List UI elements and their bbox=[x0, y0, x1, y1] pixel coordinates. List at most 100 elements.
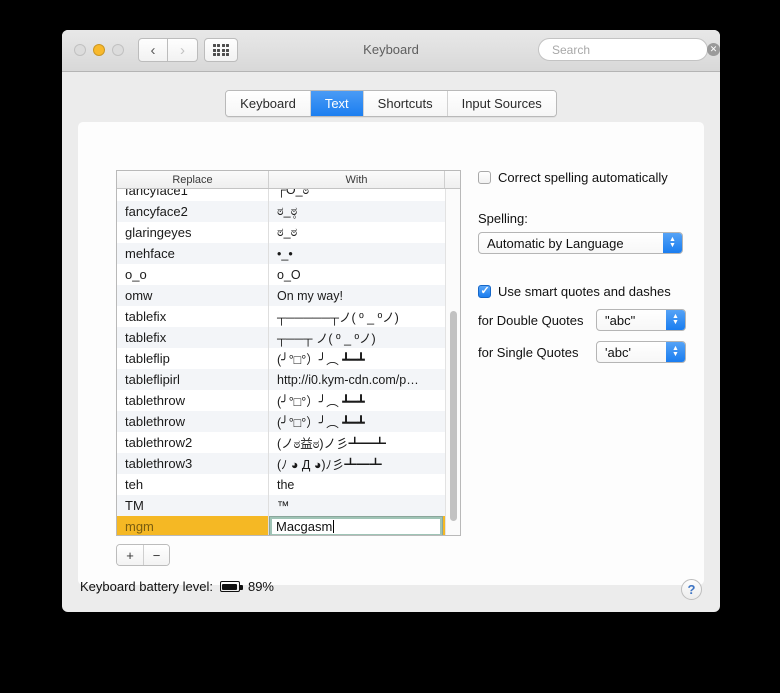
cell-with: o_O bbox=[277, 267, 301, 282]
table-row[interactable]: omw On my way! bbox=[117, 285, 460, 306]
table-row[interactable]: fancyface2 ಠ_ಠ̥ bbox=[117, 201, 460, 222]
cell-replace: omw bbox=[117, 285, 269, 306]
correct-spelling-row[interactable]: Correct spelling automatically bbox=[478, 170, 688, 185]
smart-quotes-label: Use smart quotes and dashes bbox=[498, 284, 671, 299]
single-quotes-row: for Single Quotes 'abc' ▲ ▼ bbox=[478, 341, 688, 363]
keyboard-preferences-window: ‹ › Keyboard ✕ KeyboardTextShortcutsInpu… bbox=[62, 30, 720, 612]
double-quotes-value: "abc" bbox=[605, 312, 636, 328]
battery-status: Keyboard battery level: 89% bbox=[80, 579, 274, 594]
battery-label: Keyboard battery level: bbox=[80, 579, 213, 594]
substitution-edit-input[interactable]: Macgasm bbox=[269, 516, 443, 535]
table-row[interactable]: tablefix ┬─────┬ノ( º _ ºノ) bbox=[117, 306, 460, 327]
text-cursor bbox=[333, 520, 335, 533]
cell-replace: o_o bbox=[117, 264, 269, 285]
smart-quotes-row[interactable]: Use smart quotes and dashes bbox=[478, 284, 688, 299]
battery-percent: 89% bbox=[247, 579, 274, 594]
cell-with: ™ bbox=[277, 498, 290, 513]
text-preferences-panel: Replace With fancyface1 ┌O_ಠ fancyface2 ಠ_ಠ… bbox=[78, 122, 704, 585]
smart-quotes-checkbox[interactable] bbox=[478, 284, 491, 298]
correct-spelling-label: Correct spelling automatically bbox=[498, 170, 668, 185]
double-quotes-popup[interactable]: "abc" ▲ ▼ bbox=[596, 309, 686, 331]
double-quotes-row: for Double Quotes "abc" ▲ ▼ bbox=[478, 309, 688, 331]
clear-search-icon[interactable]: ✕ bbox=[707, 43, 720, 56]
cell-with: •_• bbox=[277, 246, 293, 261]
preference-tabs: Keyboard Text Shortcuts Input Sources bbox=[225, 90, 557, 117]
table-row[interactable]: tablethrow (╯°□°）╯︵ ┻━┻ bbox=[117, 390, 460, 411]
text-substitutions-table: Replace With fancyface1 ┌O_ಠ fancyface2 ಠ_ಠ… bbox=[116, 170, 461, 536]
cell-with: ┬─────┬ノ( º _ ºノ) bbox=[277, 311, 399, 325]
tab-text[interactable]: Text bbox=[309, 91, 363, 116]
table-vertical-scrollbar[interactable] bbox=[445, 189, 460, 535]
chevron-updown-icon: ▲ ▼ bbox=[666, 342, 685, 362]
table-row[interactable]: tablethrow (╯°□°）╯︵ ┻━┻ bbox=[117, 411, 460, 432]
cell-replace: tablethrow2 bbox=[117, 432, 269, 453]
cell-replace: tableflipirl bbox=[117, 369, 269, 390]
cell-replace: tablethrow3 bbox=[117, 453, 269, 474]
spelling-options-group: Correct spelling automatically Spelling:… bbox=[478, 170, 688, 363]
search-field[interactable]: ✕ bbox=[538, 38, 720, 61]
spelling-language-popup[interactable]: Automatic by Language ▲ ▼ bbox=[478, 232, 683, 254]
cell-with: (╯°□°）╯︵ ┻━┻ bbox=[277, 395, 365, 409]
cell-with: (ﾉ ◕ Д ◕)ﾉ彡┻━┻ bbox=[277, 458, 382, 472]
cell-replace: teh bbox=[117, 474, 269, 495]
table-body: fancyface1 ┌O_ಠ fancyface2 ಠ_ಠ̥ glaringeyes ಠ… bbox=[117, 189, 460, 535]
table-row[interactable]: fancyface1 ┌O_ಠ bbox=[117, 189, 460, 201]
battery-fill bbox=[221, 583, 237, 590]
chevron-updown-icon: ▲ ▼ bbox=[663, 233, 682, 253]
table-header-row: Replace With bbox=[117, 171, 460, 189]
cell-replace: tablethrow bbox=[117, 390, 269, 411]
help-button[interactable]: ? bbox=[681, 579, 702, 600]
tab-shortcuts[interactable]: Shortcuts bbox=[362, 91, 447, 116]
scrollbar-thumb[interactable] bbox=[450, 311, 457, 521]
cell-with: http://i0.kym-cdn.com/p… bbox=[277, 372, 419, 387]
tab-keyboard[interactable]: Keyboard bbox=[226, 91, 310, 116]
cell-replace: tablefix bbox=[117, 327, 269, 348]
double-quotes-label: for Double Quotes bbox=[478, 312, 584, 328]
cell-with: On my way! bbox=[277, 288, 343, 303]
battery-icon bbox=[219, 581, 243, 592]
cell-replace: TM bbox=[117, 495, 269, 516]
remove-substitution-button[interactable]: − bbox=[143, 545, 169, 565]
table-row[interactable]: tableflipirl http://i0.kym-cdn.com/p… bbox=[117, 369, 460, 390]
table-row[interactable]: glaringeyes ಠ_ಠ bbox=[117, 222, 460, 243]
cell-with: (╯°□°）╯︵ ┻━┻ bbox=[277, 416, 365, 430]
cell-replace: mehface bbox=[117, 243, 269, 264]
cell-replace: fancyface2 bbox=[117, 201, 269, 222]
cell-replace: mgm bbox=[117, 516, 269, 535]
table-row[interactable]: o_o o_O bbox=[117, 264, 460, 285]
cell-with: the bbox=[277, 477, 295, 492]
add-remove-button-group: + − bbox=[116, 544, 170, 566]
column-header-replace[interactable]: Replace bbox=[117, 171, 269, 188]
chevron-updown-icon: ▲ ▼ bbox=[666, 310, 685, 330]
table-row[interactable]: tablethrow2 (ノಠ益ಠ)ノ彡┻━┻ bbox=[117, 432, 460, 453]
add-substitution-button[interactable]: + bbox=[117, 545, 143, 565]
spelling-language-value: Automatic by Language bbox=[487, 235, 624, 251]
search-input[interactable] bbox=[552, 42, 707, 57]
edit-input-value: Macgasm bbox=[276, 519, 333, 534]
table-row[interactable]: tableflip (╯°□°）╯︵ ┻━┻ bbox=[117, 348, 460, 369]
cell-with: ┌O_ಠ bbox=[277, 189, 310, 197]
table-row[interactable]: mehface •_• bbox=[117, 243, 460, 264]
window-titlebar: ‹ › Keyboard ✕ bbox=[62, 30, 720, 72]
single-quotes-label: for Single Quotes bbox=[478, 344, 579, 360]
cell-with: Macgasm bbox=[269, 516, 460, 535]
tab-input-sources[interactable]: Input Sources bbox=[446, 91, 556, 116]
table-row[interactable]: TM ™ bbox=[117, 495, 460, 516]
table-row[interactable]: mgm Macgasm bbox=[117, 516, 460, 535]
column-header-with[interactable]: With bbox=[269, 171, 445, 188]
cell-replace: tablethrow bbox=[117, 411, 269, 432]
cell-with: ಠ_ಠ̥ bbox=[277, 204, 298, 218]
cell-with: (ノಠ益ಠ)ノ彡┻━┻ bbox=[277, 437, 387, 451]
table-row[interactable]: tablethrow3 (ﾉ ◕ Д ◕)ﾉ彡┻━┻ bbox=[117, 453, 460, 474]
cell-with: ಠ_ಠ bbox=[277, 225, 298, 239]
table-row[interactable]: teh the bbox=[117, 474, 460, 495]
cell-replace: glaringeyes bbox=[117, 222, 269, 243]
single-quotes-value: 'abc' bbox=[605, 344, 631, 360]
cell-replace: fancyface1 bbox=[117, 189, 269, 201]
cell-replace: tablefix bbox=[117, 306, 269, 327]
header-spacer bbox=[445, 171, 460, 188]
spelling-label: Spelling: bbox=[478, 211, 528, 226]
correct-spelling-checkbox[interactable] bbox=[478, 171, 491, 184]
single-quotes-popup[interactable]: 'abc' ▲ ▼ bbox=[596, 341, 686, 363]
table-row[interactable]: tablefix ┬──┬ ノ( º _ ºノ) bbox=[117, 327, 460, 348]
